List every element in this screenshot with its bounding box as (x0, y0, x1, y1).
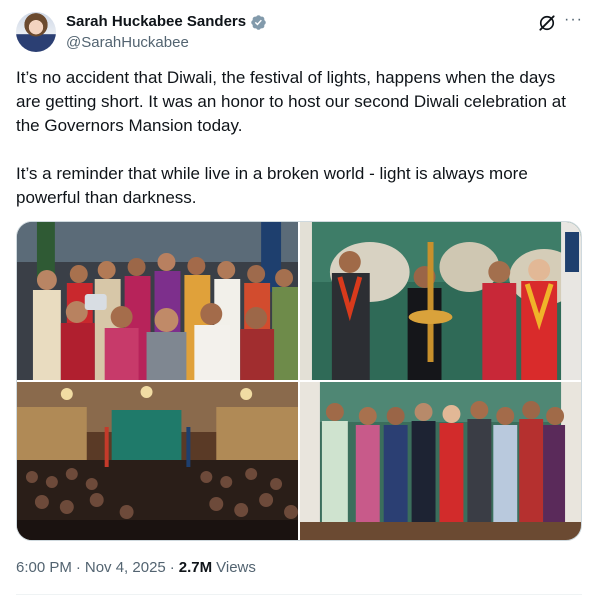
avatar[interactable] (16, 12, 56, 52)
media-grid (16, 221, 582, 541)
tweet-date[interactable]: Nov 4, 2025 (85, 558, 166, 578)
views-label: Views (216, 559, 256, 576)
author-name-row: Sarah Huckabee Sanders (66, 12, 267, 32)
views-count: 2.7M (178, 559, 213, 576)
tweet-paragraph-2: It’s a reminder that while live in a bro… (16, 164, 528, 207)
verified-badge-icon (251, 14, 266, 30)
author-display-name[interactable]: Sarah Huckabee Sanders (66, 12, 246, 32)
tweet-text: It’s no accident that Diwali, the festiv… (16, 66, 582, 210)
grok-icon[interactable] (537, 13, 557, 33)
group-portrait-photo[interactable] (300, 382, 581, 540)
tweet-meta: 6:00 PM · Nov 4, 2025 · 2.7M Views (16, 558, 256, 578)
tweet-time[interactable]: 6:00 PM (16, 558, 72, 578)
tweet-paragraph-1: It’s no accident that Diwali, the festiv… (16, 68, 566, 135)
audience-hall-photo[interactable] (17, 382, 298, 540)
more-options-icon[interactable]: ··· (564, 10, 583, 30)
group-selfie-photo[interactable] (17, 222, 298, 380)
tweet-header: Sarah Huckabee Sanders @SarahHuckabee ··… (0, 0, 598, 60)
lamp-lighting-photo[interactable] (300, 222, 581, 380)
author-handle[interactable]: @SarahHuckabee (66, 33, 189, 53)
meta-separator: · (75, 559, 81, 576)
meta-separator-2: · (169, 559, 175, 576)
divider (16, 594, 582, 595)
